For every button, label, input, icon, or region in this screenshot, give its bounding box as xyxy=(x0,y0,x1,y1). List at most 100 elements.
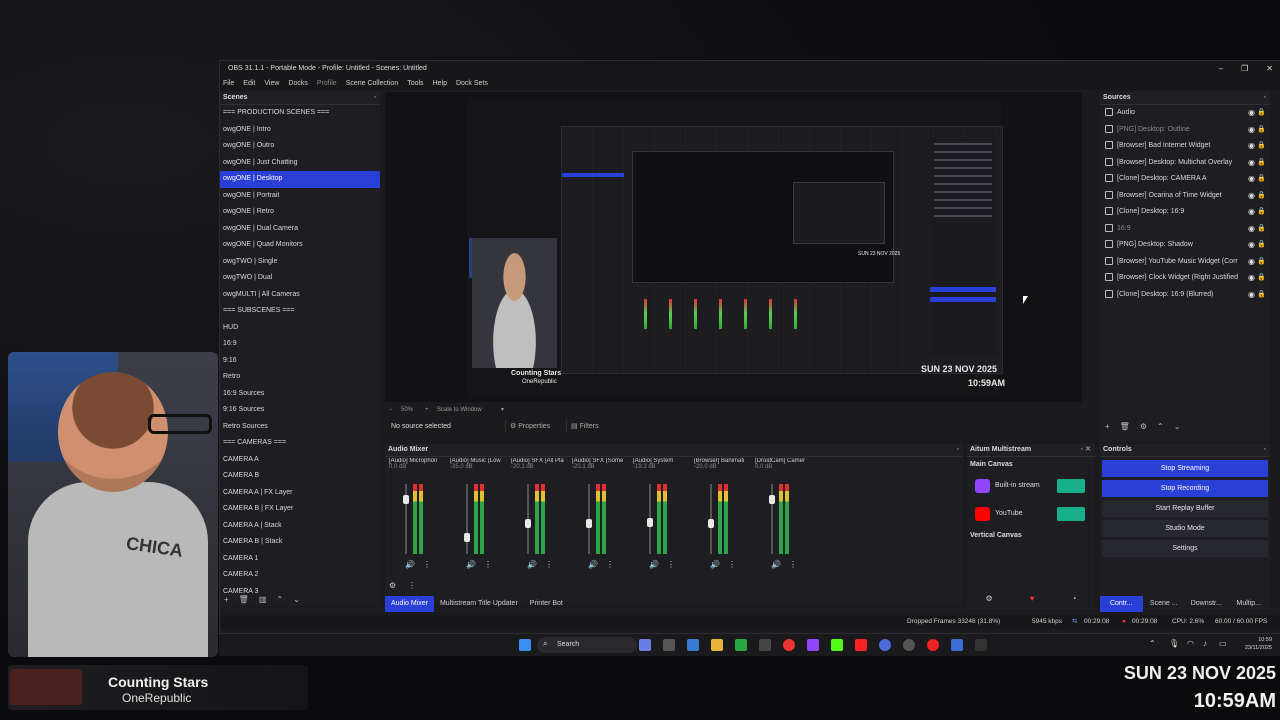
source-item[interactable]: [Clone] Desktop: 16:9 (Blurred) ◉ 🔒 xyxy=(1100,287,1270,304)
fader-handle[interactable] xyxy=(403,494,409,504)
scale-mode[interactable]: Scale to Window xyxy=(437,403,482,417)
lock-icon[interactable]: 🔒 xyxy=(1257,204,1266,221)
kick-icon[interactable] xyxy=(831,639,843,651)
settings-button[interactable]: Settings xyxy=(1102,540,1268,557)
fader-handle[interactable] xyxy=(647,517,653,527)
tab-downstream[interactable]: Downstr... xyxy=(1185,596,1228,612)
scene-item[interactable]: Retro Sources xyxy=(220,419,380,436)
scene-item[interactable]: 9:16 Sources xyxy=(220,402,380,419)
scene-item[interactable]: owgONE | Intro xyxy=(220,122,380,139)
edge-icon[interactable] xyxy=(687,639,699,651)
lock-icon[interactable]: 🔒 xyxy=(1257,155,1266,172)
windows-start-icon[interactable] xyxy=(519,639,531,651)
tray-chevron-icon[interactable]: ⌃ xyxy=(1149,639,1156,648)
tab-controls[interactable]: Contr... xyxy=(1100,596,1143,612)
scene-item[interactable]: === CAMERAS === xyxy=(220,435,380,452)
heart-icon[interactable]: ♥ xyxy=(1030,594,1035,603)
add-icon[interactable]: + xyxy=(224,595,229,604)
eye-icon[interactable]: ◉ xyxy=(1248,254,1255,271)
up-arrow-icon[interactable]: ⌃ xyxy=(276,595,283,604)
scene-item[interactable]: owgONE | Desktop xyxy=(220,171,380,188)
dock-undock-icon[interactable]: ▫ xyxy=(957,444,959,456)
task-view-icon[interactable] xyxy=(663,639,675,651)
zoom-in-icon[interactable]: + xyxy=(425,403,429,417)
scene-item[interactable]: Retro xyxy=(220,369,380,386)
gear-icon[interactable]: ⚙ xyxy=(986,594,993,603)
chevron-down-icon[interactable]: ▾ xyxy=(501,403,504,417)
preview-canvas[interactable]: SUN 23 NOV 2025 Counting Stars OneRepubl… xyxy=(385,92,1082,402)
studio-mode-button[interactable]: Studio Mode xyxy=(1102,520,1268,537)
dock-undock-icon[interactable]: ▫ xyxy=(1081,444,1083,456)
filters-button[interactable]: ▤ Filters xyxy=(566,420,599,433)
eye-icon[interactable]: ◉ xyxy=(1248,270,1255,287)
dock-undock-icon[interactable]: ▫ xyxy=(374,92,376,104)
scene-item[interactable]: owgONE | Dual Camera xyxy=(220,221,380,238)
trash-icon[interactable]: 🗑 xyxy=(239,595,249,604)
scene-item[interactable]: owgMULTI | All Cameras xyxy=(220,287,380,304)
scene-item[interactable]: CAMERA B | Stack xyxy=(220,534,380,551)
fader-handle[interactable] xyxy=(586,519,592,528)
terminal-icon[interactable] xyxy=(975,639,987,651)
lock-icon[interactable]: 🔒 xyxy=(1257,237,1266,254)
scene-item[interactable]: CAMERA B xyxy=(220,468,380,485)
menu-item-docks[interactable]: Docks xyxy=(288,77,307,90)
app-icon[interactable] xyxy=(951,639,963,651)
menu-item-tools[interactable]: Tools xyxy=(407,77,423,90)
file-explorer-icon[interactable] xyxy=(711,639,723,651)
scene-item[interactable]: 9:16 xyxy=(220,353,380,370)
maximize-icon[interactable]: ❐ xyxy=(1241,61,1248,77)
eye-icon[interactable]: ◉ xyxy=(1248,287,1255,304)
stream-toggle-button[interactable] xyxy=(1057,507,1085,521)
properties-button[interactable]: ⚙ Properties xyxy=(505,420,550,433)
close-icon[interactable]: ✕ xyxy=(1085,444,1091,456)
fader-handle[interactable] xyxy=(708,519,714,528)
menu-item-file[interactable]: File xyxy=(223,77,234,90)
source-item[interactable]: 16:9 ◉ 🔒 xyxy=(1100,221,1270,238)
channel-menu-icon[interactable]: ⋮ xyxy=(423,560,431,569)
source-item[interactable]: [Clone] Desktop: 16:9 ◉ 🔒 xyxy=(1100,204,1270,221)
channel-menu-icon[interactable]: ⋮ xyxy=(728,560,736,569)
scene-item[interactable]: CAMERA A | Stack xyxy=(220,518,380,535)
stop-recording-button[interactable]: Stop Recording xyxy=(1102,480,1268,497)
stop-streaming-button[interactable]: Stop Streaming xyxy=(1102,460,1268,477)
scene-item[interactable]: owgONE | Quad Monitors xyxy=(220,237,380,254)
down-arrow-icon[interactable]: ⌄ xyxy=(1174,422,1181,431)
source-item[interactable]: [Browser] Ocarina of Time Widget ◉ 🔒 xyxy=(1100,188,1270,205)
lock-icon[interactable]: 🔒 xyxy=(1257,221,1266,238)
source-item[interactable]: [Browser] Clock Widget (Right Justified ◉… xyxy=(1100,270,1270,287)
eye-icon[interactable]: ◉ xyxy=(1248,155,1255,172)
lock-icon[interactable]: 🔒 xyxy=(1257,254,1266,271)
speaker-icon[interactable]: 🔊 xyxy=(466,560,476,569)
fader-handle[interactable] xyxy=(464,533,470,542)
speaker-icon[interactable]: 🔊 xyxy=(527,560,537,569)
spreadsheet-app-icon[interactable] xyxy=(735,639,747,651)
lock-icon[interactable]: 🔒 xyxy=(1257,122,1266,139)
lock-icon[interactable]: 🔒 xyxy=(1257,138,1266,155)
speaker-icon[interactable]: 🔊 xyxy=(710,560,720,569)
source-item[interactable]: [Browser] Desktop: Multichat Overlay ◉ 🔒 xyxy=(1100,155,1270,172)
eye-icon[interactable]: ◉ xyxy=(1248,138,1255,155)
trash-icon[interactable]: 🗑 xyxy=(1120,422,1130,431)
notion-icon[interactable] xyxy=(759,639,771,651)
menu-item-scene-collection[interactable]: Scene Collection xyxy=(346,77,399,90)
youtube-icon[interactable] xyxy=(855,639,867,651)
taskbar-clock[interactable]: 10:59 23/11/2025 xyxy=(1245,636,1272,652)
chrome-icon[interactable] xyxy=(783,639,795,651)
media-player-icon[interactable] xyxy=(927,639,939,651)
chat-icon[interactable]: ◔ xyxy=(1072,594,1077,603)
eye-icon[interactable]: ◉ xyxy=(1248,237,1255,254)
taskbar-search[interactable]: Search xyxy=(537,637,637,653)
tab-printer-bot[interactable]: Printer Bot xyxy=(524,596,569,612)
lock-icon[interactable]: 🔒 xyxy=(1257,188,1266,205)
fader-handle[interactable] xyxy=(769,494,775,504)
channel-menu-icon[interactable]: ⋮ xyxy=(484,560,492,569)
tab-multiplatform[interactable]: Multip... xyxy=(1228,596,1271,612)
close-icon[interactable]: ✕ xyxy=(1266,61,1273,77)
speaker-icon[interactable]: 🔊 xyxy=(771,560,781,569)
source-item[interactable]: [PNG] Desktop: Shadow ◉ 🔒 xyxy=(1100,237,1270,254)
down-arrow-icon[interactable]: ⌄ xyxy=(293,595,300,604)
scene-item[interactable]: CAMERA A | FX Layer xyxy=(220,485,380,502)
scene-item[interactable]: CAMERA 2 xyxy=(220,567,380,584)
microphone-icon[interactable]: 🎙 xyxy=(1169,639,1179,648)
fader-handle[interactable] xyxy=(525,519,531,528)
